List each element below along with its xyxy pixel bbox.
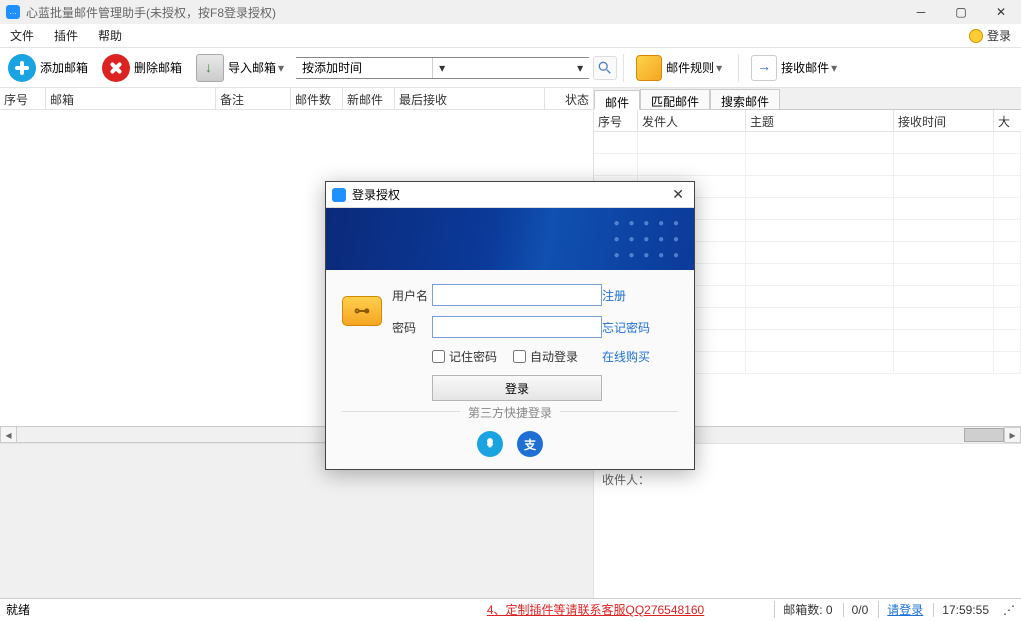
separator xyxy=(738,54,739,82)
col-last[interactable]: 最后接收 xyxy=(395,88,545,109)
mcol-sender[interactable]: 发件人 xyxy=(638,110,746,131)
menu-login-label: 登录 xyxy=(987,27,1011,44)
search-icon xyxy=(598,61,612,75)
receive-mail-button[interactable]: 接收邮件 ▾ xyxy=(745,52,845,84)
autologin-label: 自动登录 xyxy=(530,348,578,365)
autologin-checkbox[interactable]: 自动登录 xyxy=(513,348,578,365)
titlebar: 心蓝批量邮件管理助手(未授权，按F8登录授权) ─ ▢ ✕ xyxy=(0,0,1021,24)
import-mailbox-label: 导入邮箱 xyxy=(228,59,276,76)
app-icon xyxy=(6,5,20,19)
remember-label: 记住密码 xyxy=(449,348,497,365)
password-label: 密码 xyxy=(392,319,432,336)
import-icon xyxy=(196,54,224,82)
status-login-link[interactable]: 请登录 xyxy=(887,603,923,617)
col-seq[interactable]: 序号 xyxy=(0,88,46,109)
maximize-button[interactable]: ▢ xyxy=(941,0,981,24)
status-ratio: 0/0 xyxy=(843,603,869,617)
dialog-title: 登录授权 xyxy=(352,186,400,203)
close-window-button[interactable]: ✕ xyxy=(981,0,1021,24)
import-mailbox-button[interactable]: 导入邮箱 ▾ xyxy=(190,52,292,84)
buy-link[interactable]: 在线购买 xyxy=(602,348,666,365)
login-dialog: 登录授权 ✕ 用户名 注册 密码 忘记密码 记住密码 自动登录 在线购买 登录 … xyxy=(325,181,695,470)
mcol-seq[interactable]: 序号 xyxy=(594,110,638,131)
status-mailbox-count: 邮箱数: 0 xyxy=(774,601,832,618)
dropdown-icon: ▾ xyxy=(714,61,724,75)
dialog-form: 用户名 注册 密码 忘记密码 记住密码 自动登录 在线购买 登录 xyxy=(326,270,694,411)
menu-login[interactable]: 登录 xyxy=(969,27,1021,44)
scroll-thumb[interactable] xyxy=(964,428,1004,442)
minimize-button[interactable]: ─ xyxy=(901,0,941,24)
remember-checkbox[interactable]: 记住密码 xyxy=(432,348,497,365)
add-mailbox-label: 添加邮箱 xyxy=(40,59,88,76)
login-button[interactable]: 登录 xyxy=(432,375,602,401)
avatar-icon xyxy=(969,29,983,43)
mail-rules-label: 邮件规则 xyxy=(666,59,714,76)
tab-search[interactable]: 搜索邮件 xyxy=(710,89,780,109)
username-label: 用户名 xyxy=(392,287,432,304)
autologin-check[interactable] xyxy=(513,350,526,363)
chevron-down-icon: ▾ xyxy=(433,61,451,75)
toolbar: 添加邮箱 删除邮箱 导入邮箱 ▾ 按添加时间 ▾ ▾ 邮件规则 ▾ 接收邮件 ▾ xyxy=(0,48,1021,88)
tab-mail[interactable]: 邮件 xyxy=(594,90,640,110)
delete-mailbox-button[interactable]: 删除邮箱 xyxy=(96,52,188,84)
status-promo-link[interactable]: 4、定制插件等请联系客服QQ276548160 xyxy=(487,601,704,618)
mcol-subject[interactable]: 主题 xyxy=(746,110,894,131)
delete-icon xyxy=(102,54,130,82)
menubar: 文件 插件 帮助 登录 xyxy=(0,24,1021,48)
dialog-banner xyxy=(326,208,694,270)
receive-icon xyxy=(751,55,777,81)
rules-icon xyxy=(636,55,662,81)
add-mailbox-button[interactable]: 添加邮箱 xyxy=(2,52,94,84)
dialog-close-button[interactable]: ✕ xyxy=(668,186,688,203)
mailbox-grid-headers: 序号 邮箱 备注 邮件数 新邮件 最后接收 状态 xyxy=(0,88,593,110)
mail-rules-button[interactable]: 邮件规则 ▾ xyxy=(630,52,730,84)
dialog-titlebar[interactable]: 登录授权 ✕ xyxy=(326,182,694,208)
third-party-label: 第三方快捷登录 xyxy=(460,406,560,420)
qq-icon xyxy=(483,437,497,451)
delete-mailbox-label: 删除邮箱 xyxy=(134,59,182,76)
separator xyxy=(623,54,624,82)
recipients-label: 收件人： xyxy=(602,471,1013,488)
col-count[interactable]: 邮件数 xyxy=(291,88,343,109)
mail-grid-headers: 序号 发件人 主题 接收时间 大 xyxy=(594,110,1021,132)
chevron-down-icon: ▾ xyxy=(571,61,589,75)
col-remark[interactable]: 备注 xyxy=(216,88,291,109)
receive-mail-label: 接收邮件 xyxy=(781,59,829,76)
key-icon xyxy=(342,296,382,326)
menu-help[interactable]: 帮助 xyxy=(88,24,132,47)
search-button[interactable] xyxy=(593,56,617,80)
col-new[interactable]: 新邮件 xyxy=(343,88,395,109)
mcol-recvtime[interactable]: 接收时间 xyxy=(894,110,994,131)
resize-grip-icon[interactable]: ⋰ xyxy=(999,603,1015,617)
scroll-right-icon[interactable]: ▸ xyxy=(1004,427,1021,443)
plus-icon xyxy=(8,54,36,82)
password-input[interactable] xyxy=(432,316,602,338)
dialog-icon xyxy=(332,188,346,202)
third-party-section: 第三方快捷登录 支 xyxy=(342,411,678,469)
alipay-login-button[interactable]: 支 xyxy=(517,431,543,457)
col-mailbox[interactable]: 邮箱 xyxy=(46,88,216,109)
dropdown-icon: ▾ xyxy=(276,61,286,75)
col-status[interactable]: 状态 xyxy=(545,88,593,109)
sort-combo[interactable]: 按添加时间 ▾ ▾ xyxy=(296,57,589,79)
register-link[interactable]: 注册 xyxy=(602,287,666,304)
statusbar: 就绪 4、定制插件等请联系客服QQ276548160 邮箱数: 0 0/0 请登… xyxy=(0,598,1021,620)
status-ready: 就绪 xyxy=(6,601,30,618)
scroll-left-icon[interactable]: ◂ xyxy=(0,426,17,443)
mail-tabs: 邮件 匹配邮件 搜索邮件 xyxy=(594,88,1021,110)
sort-combo-label: 按添加时间 xyxy=(296,58,433,78)
tab-match[interactable]: 匹配邮件 xyxy=(640,89,710,109)
menu-file[interactable]: 文件 xyxy=(0,24,44,47)
forgot-link[interactable]: 忘记密码 xyxy=(602,319,666,336)
mcol-size[interactable]: 大 xyxy=(994,110,1021,131)
status-clock: 17:59:55 xyxy=(933,603,989,617)
window-title: 心蓝批量邮件管理助手(未授权，按F8登录授权) xyxy=(26,4,276,21)
alipay-icon: 支 xyxy=(524,436,536,453)
qq-login-button[interactable] xyxy=(477,431,503,457)
username-input[interactable] xyxy=(432,284,602,306)
menu-plugin[interactable]: 插件 xyxy=(44,24,88,47)
dropdown-icon: ▾ xyxy=(829,61,839,75)
toolbar-search-input[interactable] xyxy=(451,58,571,78)
remember-check[interactable] xyxy=(432,350,445,363)
